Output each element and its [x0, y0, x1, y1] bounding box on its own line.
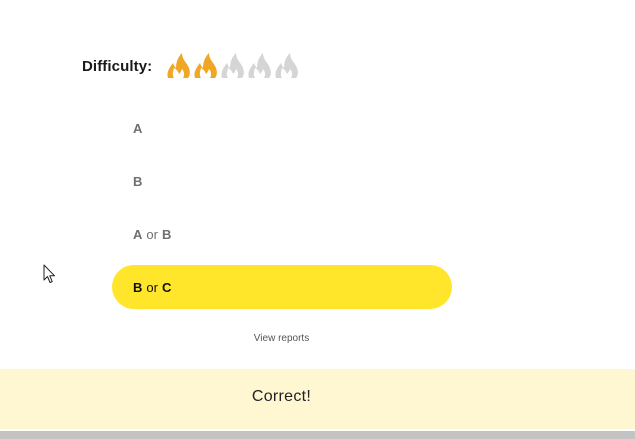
option-first: A [133, 226, 143, 242]
difficulty-rating: Difficulty: [82, 50, 301, 82]
option-second: B [161, 226, 172, 242]
flame-icon [194, 53, 218, 78]
bottom-scrollbar[interactable] [0, 431, 635, 439]
option-first: B [133, 173, 143, 189]
option-first: A [133, 120, 143, 136]
answer-option-a-or-b[interactable]: A or B [112, 212, 452, 256]
answer-option-a[interactable]: A [112, 106, 452, 150]
answer-option-b[interactable]: B [112, 159, 452, 203]
feedback-text: Correct! [251, 388, 312, 405]
feedback-banner: Correct! [0, 369, 635, 429]
option-first: B [133, 279, 143, 295]
flame-icon [167, 53, 191, 78]
difficulty-flames [166, 52, 301, 80]
option-join: or [146, 279, 158, 295]
flame-icon [248, 53, 272, 78]
flame-icon [221, 53, 245, 78]
answer-option-b-or-c[interactable]: B or C [112, 265, 452, 309]
option-join: or [146, 226, 158, 242]
mouse-cursor-icon [43, 264, 55, 283]
answer-options: A B A or B B or C [112, 106, 452, 318]
view-reports-link[interactable]: View reports [0, 333, 563, 344]
flame-icon [275, 53, 299, 78]
option-second: C [161, 279, 172, 295]
difficulty-label: Difficulty: [82, 57, 153, 75]
